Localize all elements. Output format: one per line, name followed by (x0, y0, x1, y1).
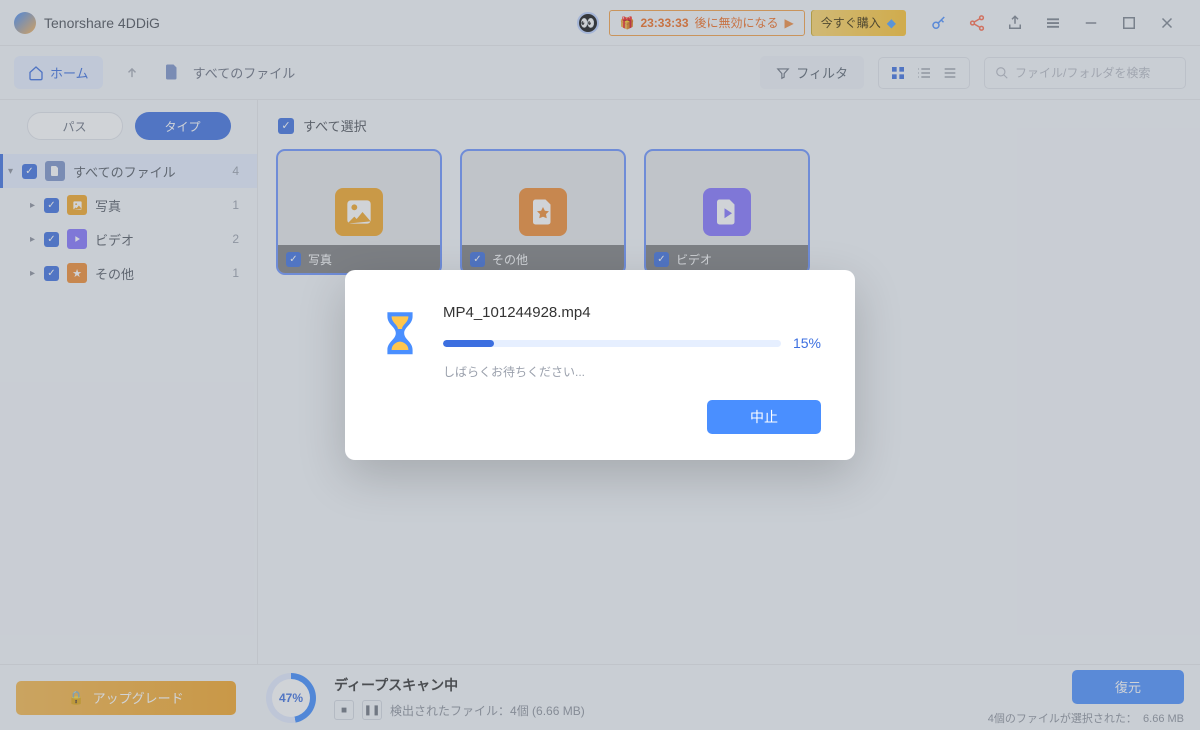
stop-button[interactable]: 中止 (707, 400, 821, 434)
modal-overlay: MP4_101244928.mp4 15% しばらくお待ちください... 中止 (0, 0, 1200, 730)
hourglass-icon (379, 308, 421, 356)
progress-percent: 15% (793, 335, 821, 351)
progress-bar (443, 340, 781, 347)
progress-dialog: MP4_101244928.mp4 15% しばらくお待ちください... 中止 (345, 270, 855, 460)
progress-filename: MP4_101244928.mp4 (443, 304, 821, 321)
progress-wait-text: しばらくお待ちください... (443, 363, 821, 380)
